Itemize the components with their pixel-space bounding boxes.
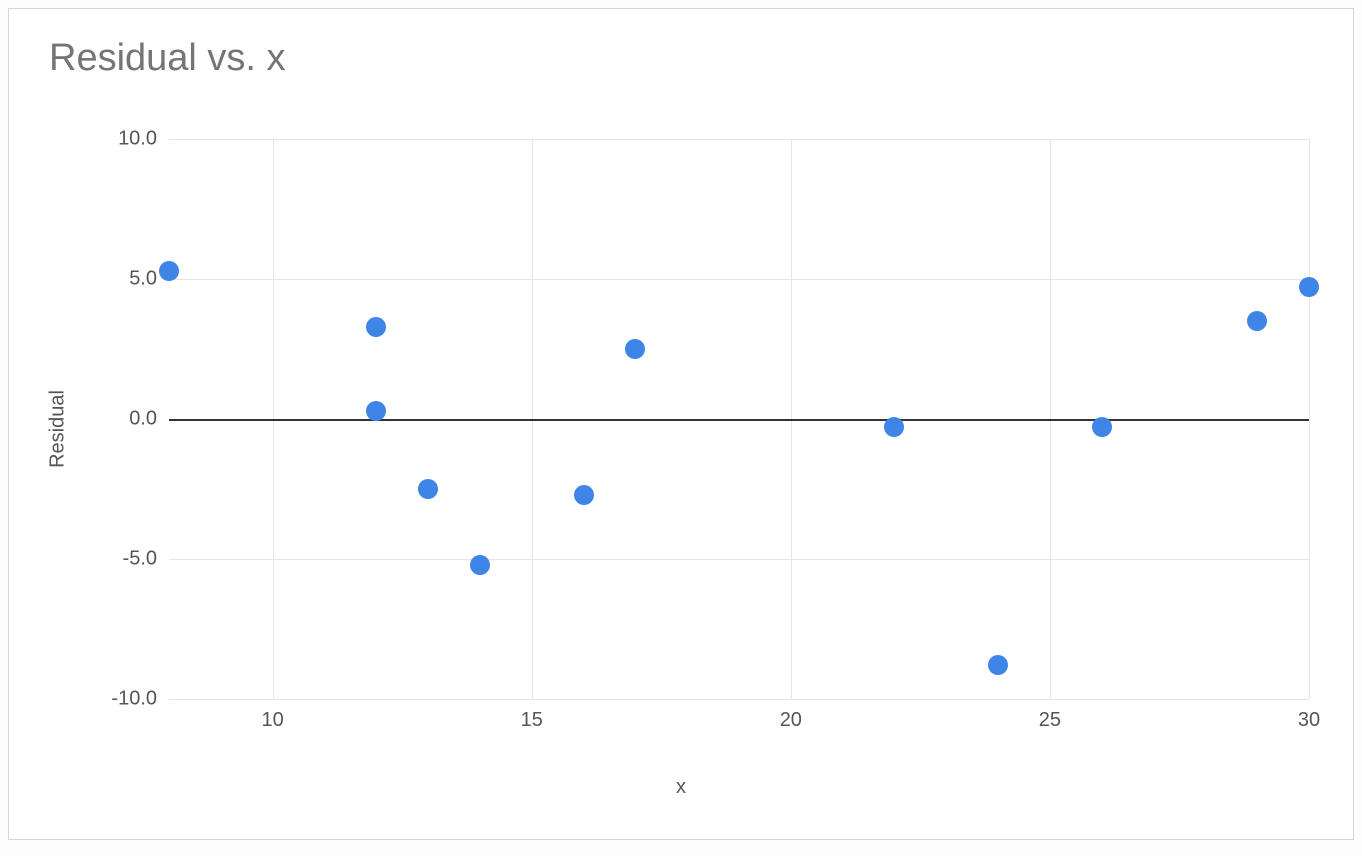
x-tick-label: 20 [780, 699, 802, 732]
data-point [988, 655, 1008, 675]
y-tick-label: 0.0 [129, 408, 169, 431]
data-point [366, 317, 386, 337]
y-tick-label: -5.0 [123, 548, 169, 571]
x-tick-label: 25 [1039, 699, 1061, 732]
zero-line [169, 419, 1309, 421]
y-axis-label: Residual [46, 390, 69, 468]
data-point [574, 485, 594, 505]
data-point [1299, 277, 1319, 297]
gridline-h [169, 559, 1309, 560]
gridline-h [169, 279, 1309, 280]
gridline-v [1309, 139, 1310, 699]
y-tick-label: -10.0 [111, 688, 169, 711]
y-tick-label: 10.0 [118, 128, 169, 151]
x-tick-label: 15 [521, 699, 543, 732]
data-point [1247, 311, 1267, 331]
data-point [884, 417, 904, 437]
data-point [625, 339, 645, 359]
plot-area: -10.0-5.00.05.010.01015202530 [169, 139, 1309, 699]
x-tick-label: 30 [1298, 699, 1320, 732]
data-point [470, 555, 490, 575]
data-point [159, 261, 179, 281]
data-point [418, 479, 438, 499]
data-point [366, 401, 386, 421]
gridline-h [169, 139, 1309, 140]
x-axis-label: x [676, 776, 686, 799]
chart-title: Residual vs. x [49, 37, 286, 80]
chart-container: Residual vs. x Residual x -10.0-5.00.05.… [8, 8, 1354, 840]
x-tick-label: 10 [262, 699, 284, 732]
data-point [1092, 417, 1112, 437]
gridline-h [169, 699, 1309, 700]
